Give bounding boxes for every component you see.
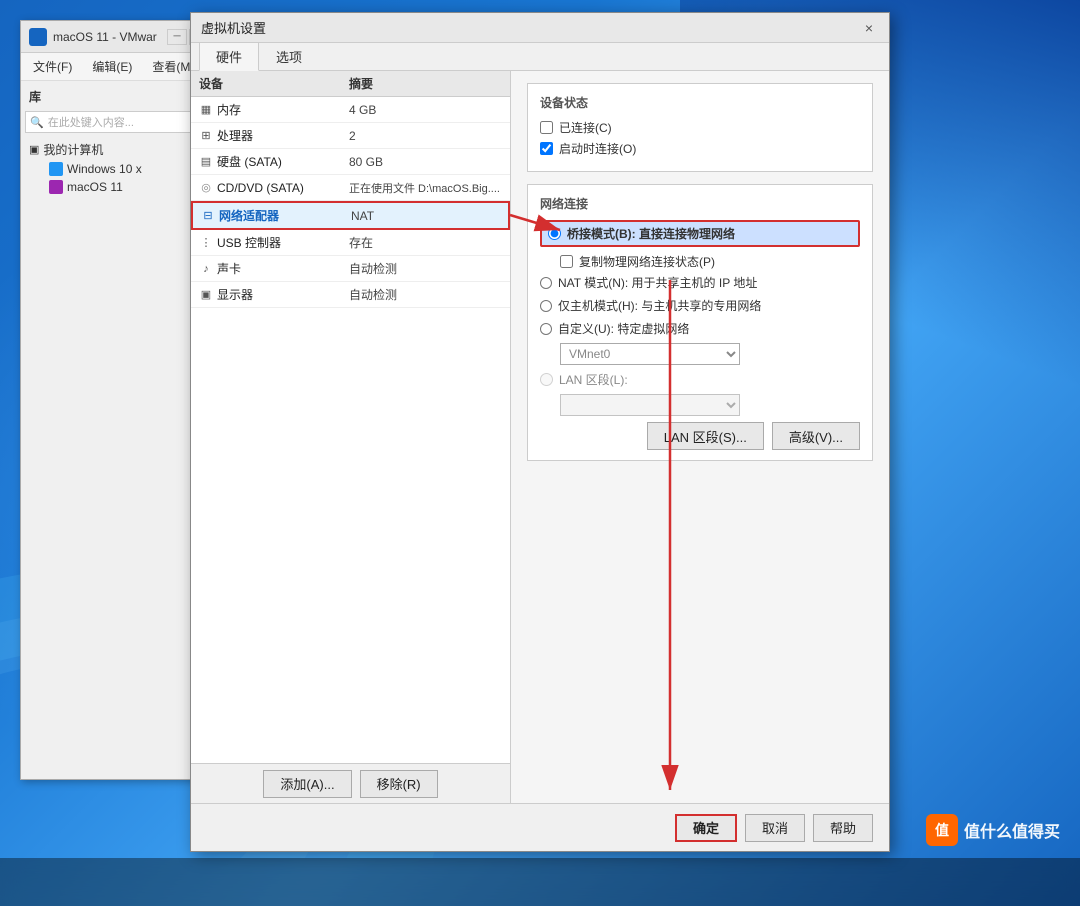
- nat-label: NAT 模式(N): 用于共享主机的 IP 地址: [558, 274, 757, 291]
- dialog-body: 设备 摘要 ▦ 内存 4 GB ⊞ 处理器 2: [191, 71, 889, 803]
- custom-radio[interactable]: [540, 323, 552, 335]
- nat-mode-row[interactable]: NAT 模式(N): 用于共享主机的 IP 地址: [540, 274, 860, 291]
- hdd-icon: ▤: [199, 155, 213, 169]
- hdd-summary: 80 GB: [349, 155, 502, 169]
- vm-icon2: [49, 180, 63, 194]
- file-menu[interactable]: 文件(F): [29, 56, 76, 77]
- help-button[interactable]: 帮助: [813, 814, 873, 842]
- add-hardware-button[interactable]: 添加(A)...: [263, 770, 351, 798]
- advanced-buttons: LAN 区段(S)... 高级(V)...: [540, 422, 860, 450]
- cpu-summary: 2: [349, 129, 502, 143]
- vmnet-dropdown-row: VMnet0: [540, 343, 860, 365]
- custom-mode-row[interactable]: 自定义(U): 特定虚拟网络: [540, 320, 860, 337]
- sound-icon: ♪: [199, 262, 213, 276]
- hw-row-sound[interactable]: ♪ 声卡 自动检测: [191, 256, 510, 282]
- nat-radio[interactable]: [540, 277, 552, 289]
- connected-row: 已连接(C): [540, 119, 860, 136]
- dialog-tabs: 硬件 选项: [191, 43, 889, 71]
- replicate-row: 复制物理网络连接状态(P): [540, 253, 860, 270]
- hw-row-cdrom[interactable]: ◎ CD/DVD (SATA) 正在使用文件 D:\macOS.Big....: [191, 175, 510, 201]
- connected-label: 已连接(C): [559, 119, 612, 136]
- memory-icon: ▦: [199, 103, 213, 117]
- cdrom-summary: 正在使用文件 D:\macOS.Big....: [349, 180, 502, 196]
- lan-segment-button[interactable]: LAN 区段(S)...: [647, 422, 764, 450]
- vmnet-dropdown[interactable]: VMnet0: [560, 343, 740, 365]
- device-column-header: 设备: [199, 75, 349, 92]
- cdrom-icon: ◎: [199, 181, 213, 195]
- usb-icon: ⋮: [199, 236, 213, 250]
- vmware-title: macOS 11 - VMwar: [53, 30, 161, 44]
- dialog-titlebar: 虚拟机设置 ×: [191, 13, 889, 43]
- bridge-mode-row[interactable]: 桥接模式(B): 直接连接物理网络: [540, 220, 860, 247]
- monitor-icon: ▣: [199, 288, 213, 302]
- confirm-button[interactable]: 确定: [675, 814, 737, 842]
- vm-settings-dialog: 虚拟机设置 × 硬件 选项 设备 摘要 ▦ 内存 4 GB: [190, 12, 890, 852]
- lan-row: LAN 区段(L):: [540, 371, 860, 388]
- network-summary: NAT: [351, 209, 500, 223]
- device-status-title: 设备状态: [540, 94, 860, 111]
- tab-options[interactable]: 选项: [259, 42, 319, 70]
- memory-summary: 4 GB: [349, 103, 502, 117]
- hardware-list: 设备 摘要 ▦ 内存 4 GB ⊞ 处理器 2: [191, 71, 511, 803]
- host-radio[interactable]: [540, 300, 552, 312]
- cpu-icon: ⊞: [199, 129, 213, 143]
- autoconnect-label: 启动时连接(O): [559, 140, 636, 157]
- hw-row-cpu[interactable]: ⊞ 处理器 2: [191, 123, 510, 149]
- lan-dropdown-row: [540, 394, 860, 416]
- library-label: 库: [29, 88, 41, 105]
- hw-table-header: 设备 摘要: [191, 71, 510, 97]
- replicate-checkbox[interactable]: [560, 255, 573, 268]
- watermark-icon: 值: [926, 814, 958, 846]
- lan-radio[interactable]: [540, 373, 553, 386]
- dialog-close-button[interactable]: ×: [859, 18, 879, 38]
- host-mode-row[interactable]: 仅主机模式(H): 与主机共享的专用网络: [540, 297, 860, 314]
- advanced-button[interactable]: 高级(V)...: [772, 422, 860, 450]
- edit-menu[interactable]: 编辑(E): [88, 56, 136, 77]
- vmware-logo-icon: [29, 28, 47, 46]
- network-connection-section: 网络连接 桥接模式(B): 直接连接物理网络 复制物理网络连接状态(P) NAT…: [527, 184, 873, 461]
- cancel-button[interactable]: 取消: [745, 814, 805, 842]
- summary-column-header: 摘要: [349, 75, 502, 92]
- network-connection-title: 网络连接: [540, 195, 860, 212]
- hw-row-memory[interactable]: ▦ 内存 4 GB: [191, 97, 510, 123]
- autoconnect-checkbox[interactable]: [540, 142, 553, 155]
- remove-hardware-button[interactable]: 移除(R): [360, 770, 438, 798]
- usb-summary: 存在: [349, 234, 502, 251]
- taskbar: [0, 858, 1080, 906]
- settings-panel: 设备状态 已连接(C) 启动时连接(O) 网络连接 桥接模式(B): 直接连接物…: [511, 71, 889, 803]
- sound-summary: 自动检测: [349, 260, 502, 277]
- lan-dropdown[interactable]: [560, 394, 740, 416]
- host-label: 仅主机模式(H): 与主机共享的专用网络: [558, 297, 761, 314]
- bridge-label: 桥接模式(B): 直接连接物理网络: [567, 225, 735, 242]
- hw-row-monitor[interactable]: ▣ 显示器 自动检测: [191, 282, 510, 308]
- connected-checkbox[interactable]: [540, 121, 553, 134]
- dialog-title: 虚拟机设置: [201, 18, 266, 37]
- vm-icon: [49, 162, 63, 176]
- watermark: 值 值什么值得买: [926, 814, 1060, 846]
- device-status-section: 设备状态 已连接(C) 启动时连接(O): [527, 83, 873, 172]
- hw-row-usb[interactable]: ⋮ USB 控制器 存在: [191, 230, 510, 256]
- search-placeholder: 在此处键入内容...: [48, 114, 134, 130]
- autoconnect-row: 启动时连接(O): [540, 140, 860, 157]
- replicate-label: 复制物理网络连接状态(P): [579, 253, 715, 270]
- hw-row-network[interactable]: ⊟ 网络适配器 NAT: [191, 201, 510, 230]
- tab-hardware[interactable]: 硬件: [199, 42, 259, 71]
- hw-row-hdd[interactable]: ▤ 硬盘 (SATA) 80 GB: [191, 149, 510, 175]
- custom-label: 自定义(U): 特定虚拟网络: [558, 320, 689, 337]
- hw-actions: 添加(A)... 移除(R): [191, 763, 510, 803]
- monitor-summary: 自动检测: [349, 286, 502, 303]
- lan-label: LAN 区段(L):: [559, 371, 628, 388]
- dialog-footer: 确定 取消 帮助: [191, 803, 889, 851]
- network-icon: ⊟: [201, 209, 215, 223]
- minimize-button[interactable]: ─: [167, 29, 187, 45]
- bridge-radio[interactable]: [548, 227, 561, 240]
